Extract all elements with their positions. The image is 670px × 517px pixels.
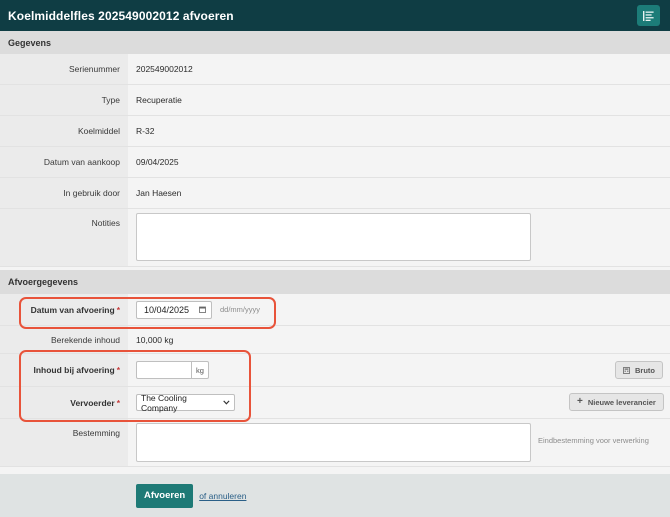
unit-addon: kg	[192, 361, 209, 379]
bruto-button[interactable]: Bruto	[615, 361, 663, 379]
datum-format-hint: dd/mm/yyyy	[220, 305, 261, 314]
detail-value: Jan Haesen	[128, 178, 670, 208]
bestemming-textarea[interactable]	[136, 423, 531, 462]
bestemming-hint: Eindbestemming voor verwerking	[538, 436, 649, 445]
header-action-button[interactable]	[637, 5, 660, 26]
detail-label: In gebruik door	[0, 178, 128, 208]
plus-icon: +	[577, 396, 583, 407]
section-afvoergegevens: Afvoergegevens	[0, 270, 670, 294]
form-footer: Afvoeren of annuleren	[0, 474, 670, 517]
nieuwe-leverancier-button[interactable]: + Nieuwe leverancier	[569, 393, 664, 411]
bestemming-label: Bestemming	[0, 419, 128, 466]
berekende-inhoud-label: Berekende inhoud	[0, 326, 128, 353]
detail-value: 202549002012	[128, 54, 670, 84]
annuleren-link[interactable]: of annuleren	[199, 491, 246, 501]
detail-value: 09/04/2025	[128, 147, 670, 177]
inhoud-afvoering-label: Inhoud bij afvoering	[33, 365, 115, 375]
vervoerder-label: Vervoerder	[70, 397, 115, 408]
bestemming-cell: Eindbestemming voor verwerking	[128, 419, 670, 466]
datum-afvoering-label-cell: Datum van afvoering *	[0, 294, 128, 325]
nieuwe-leverancier-label: Nieuwe leverancier	[587, 397, 656, 407]
vervoerder-cell: The Cooling Company + Nieuwe leverancier	[128, 387, 670, 418]
notities-textarea[interactable]	[136, 213, 531, 261]
detail-row-aankoopdatum: Datum van aankoop 09/04/2025	[0, 147, 670, 178]
datum-afvoering-label: Datum van afvoering	[30, 304, 115, 315]
inhoud-input-group: kg	[136, 361, 209, 379]
notities-row: Notities	[0, 209, 670, 267]
vervoerder-select[interactable]: The Cooling Company	[136, 392, 235, 413]
datum-afvoering-value: 10/04/2025	[144, 304, 190, 315]
detail-label: Datum van aankoop	[0, 147, 128, 177]
datum-afvoering-row: Datum van afvoering * 10/04/2025 dd/mm/yy…	[0, 294, 670, 326]
detail-row-type: Type Recuperatie	[0, 85, 670, 116]
detail-value: Recuperatie	[128, 85, 670, 115]
section-gegevens: Gegevens	[0, 31, 670, 54]
chevron-down-icon	[223, 400, 230, 405]
detail-label: Type	[0, 85, 128, 115]
form-list-icon	[643, 10, 654, 21]
inhoud-afvoering-label-cell: Inhoud bij afvoering *	[0, 354, 128, 386]
bruto-label: Bruto	[635, 365, 655, 375]
datum-afvoering-input[interactable]: 10/04/2025	[136, 300, 212, 319]
detail-row-in-gebruik: In gebruik door Jan Haesen	[0, 178, 670, 209]
inhoud-afvoering-input[interactable]	[136, 361, 192, 379]
detail-row-serienummer: Serienummer 202549002012	[0, 54, 670, 85]
inhoud-afvoering-row: Inhoud bij afvoering * kg Bruto	[0, 354, 670, 387]
required-marker: *	[116, 365, 120, 375]
vervoerder-row: Vervoerder * The Cooling Company + Nieuwe…	[0, 387, 670, 419]
inhoud-afvoering-cell: kg Bruto	[128, 354, 670, 386]
notities-cell	[128, 209, 670, 266]
page-header: Koelmiddelfles 202549002012 afvoeren	[0, 0, 670, 31]
page-title: Koelmiddelfles 202549002012 afvoeren	[8, 8, 234, 23]
afvoeren-button[interactable]: Afvoeren	[136, 483, 194, 508]
vervoerder-label-cell: Vervoerder *	[0, 387, 128, 418]
bestemming-row: Bestemming Eindbestemming voor verwerkin…	[0, 419, 670, 467]
vervoerder-value: The Cooling Company	[141, 392, 187, 413]
berekende-inhoud-row: Berekende inhoud 10,000 kg	[0, 326, 670, 354]
required-marker: *	[116, 397, 120, 408]
calendar-icon[interactable]	[199, 306, 206, 313]
detail-label: Serienummer	[0, 54, 128, 84]
required-marker: *	[116, 304, 120, 315]
detail-label: Koelmiddel	[0, 116, 128, 146]
notities-label: Notities	[0, 209, 128, 266]
detail-row-koelmiddel: Koelmiddel R-32	[0, 116, 670, 147]
berekende-inhoud-value: 10,000 kg	[128, 326, 670, 353]
calculator-icon	[623, 366, 630, 374]
datum-afvoering-cell: 10/04/2025 dd/mm/yyyy	[128, 294, 670, 325]
detail-value: R-32	[128, 116, 670, 146]
